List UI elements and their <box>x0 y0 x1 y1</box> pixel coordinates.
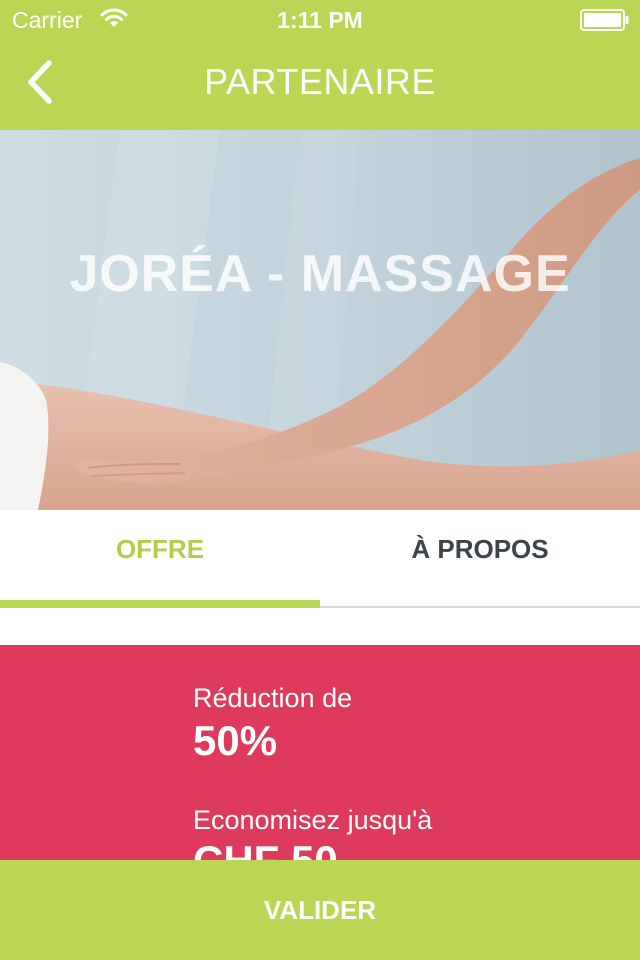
discount-label: Réduction de <box>193 683 353 713</box>
battery-icon <box>580 9 630 31</box>
back-button[interactable] <box>0 40 80 124</box>
navigation-bar: PARTENAIRE <box>0 40 640 130</box>
hero-banner: JORÉA - MASSAGE <box>0 130 640 510</box>
partner-name: JORÉA - MASSAGE <box>69 245 571 303</box>
validate-button[interactable]: VALIDER <box>0 860 640 960</box>
tab-bar: OFFRE À PROPOS <box>0 510 640 608</box>
discount-value: 50% <box>193 717 278 764</box>
chevron-left-icon <box>28 60 52 104</box>
status-time: 1:11 PM <box>277 7 363 33</box>
massage-photo <box>0 130 640 510</box>
tab-a-propos[interactable]: À PROPOS <box>320 510 640 606</box>
tab-offre[interactable]: OFFRE <box>0 510 320 606</box>
savings-label: Economisez jusqu'à <box>193 805 433 835</box>
active-tab-indicator <box>0 600 320 608</box>
header: Carrier 1:11 PM PARTENAIRE <box>0 0 640 130</box>
partner-screen: Carrier 1:11 PM PARTENAIRE JORÉA - MASSA… <box>0 0 640 960</box>
status-bar: Carrier 1:11 PM <box>0 0 640 40</box>
page-title: PARTENAIRE <box>204 61 436 102</box>
